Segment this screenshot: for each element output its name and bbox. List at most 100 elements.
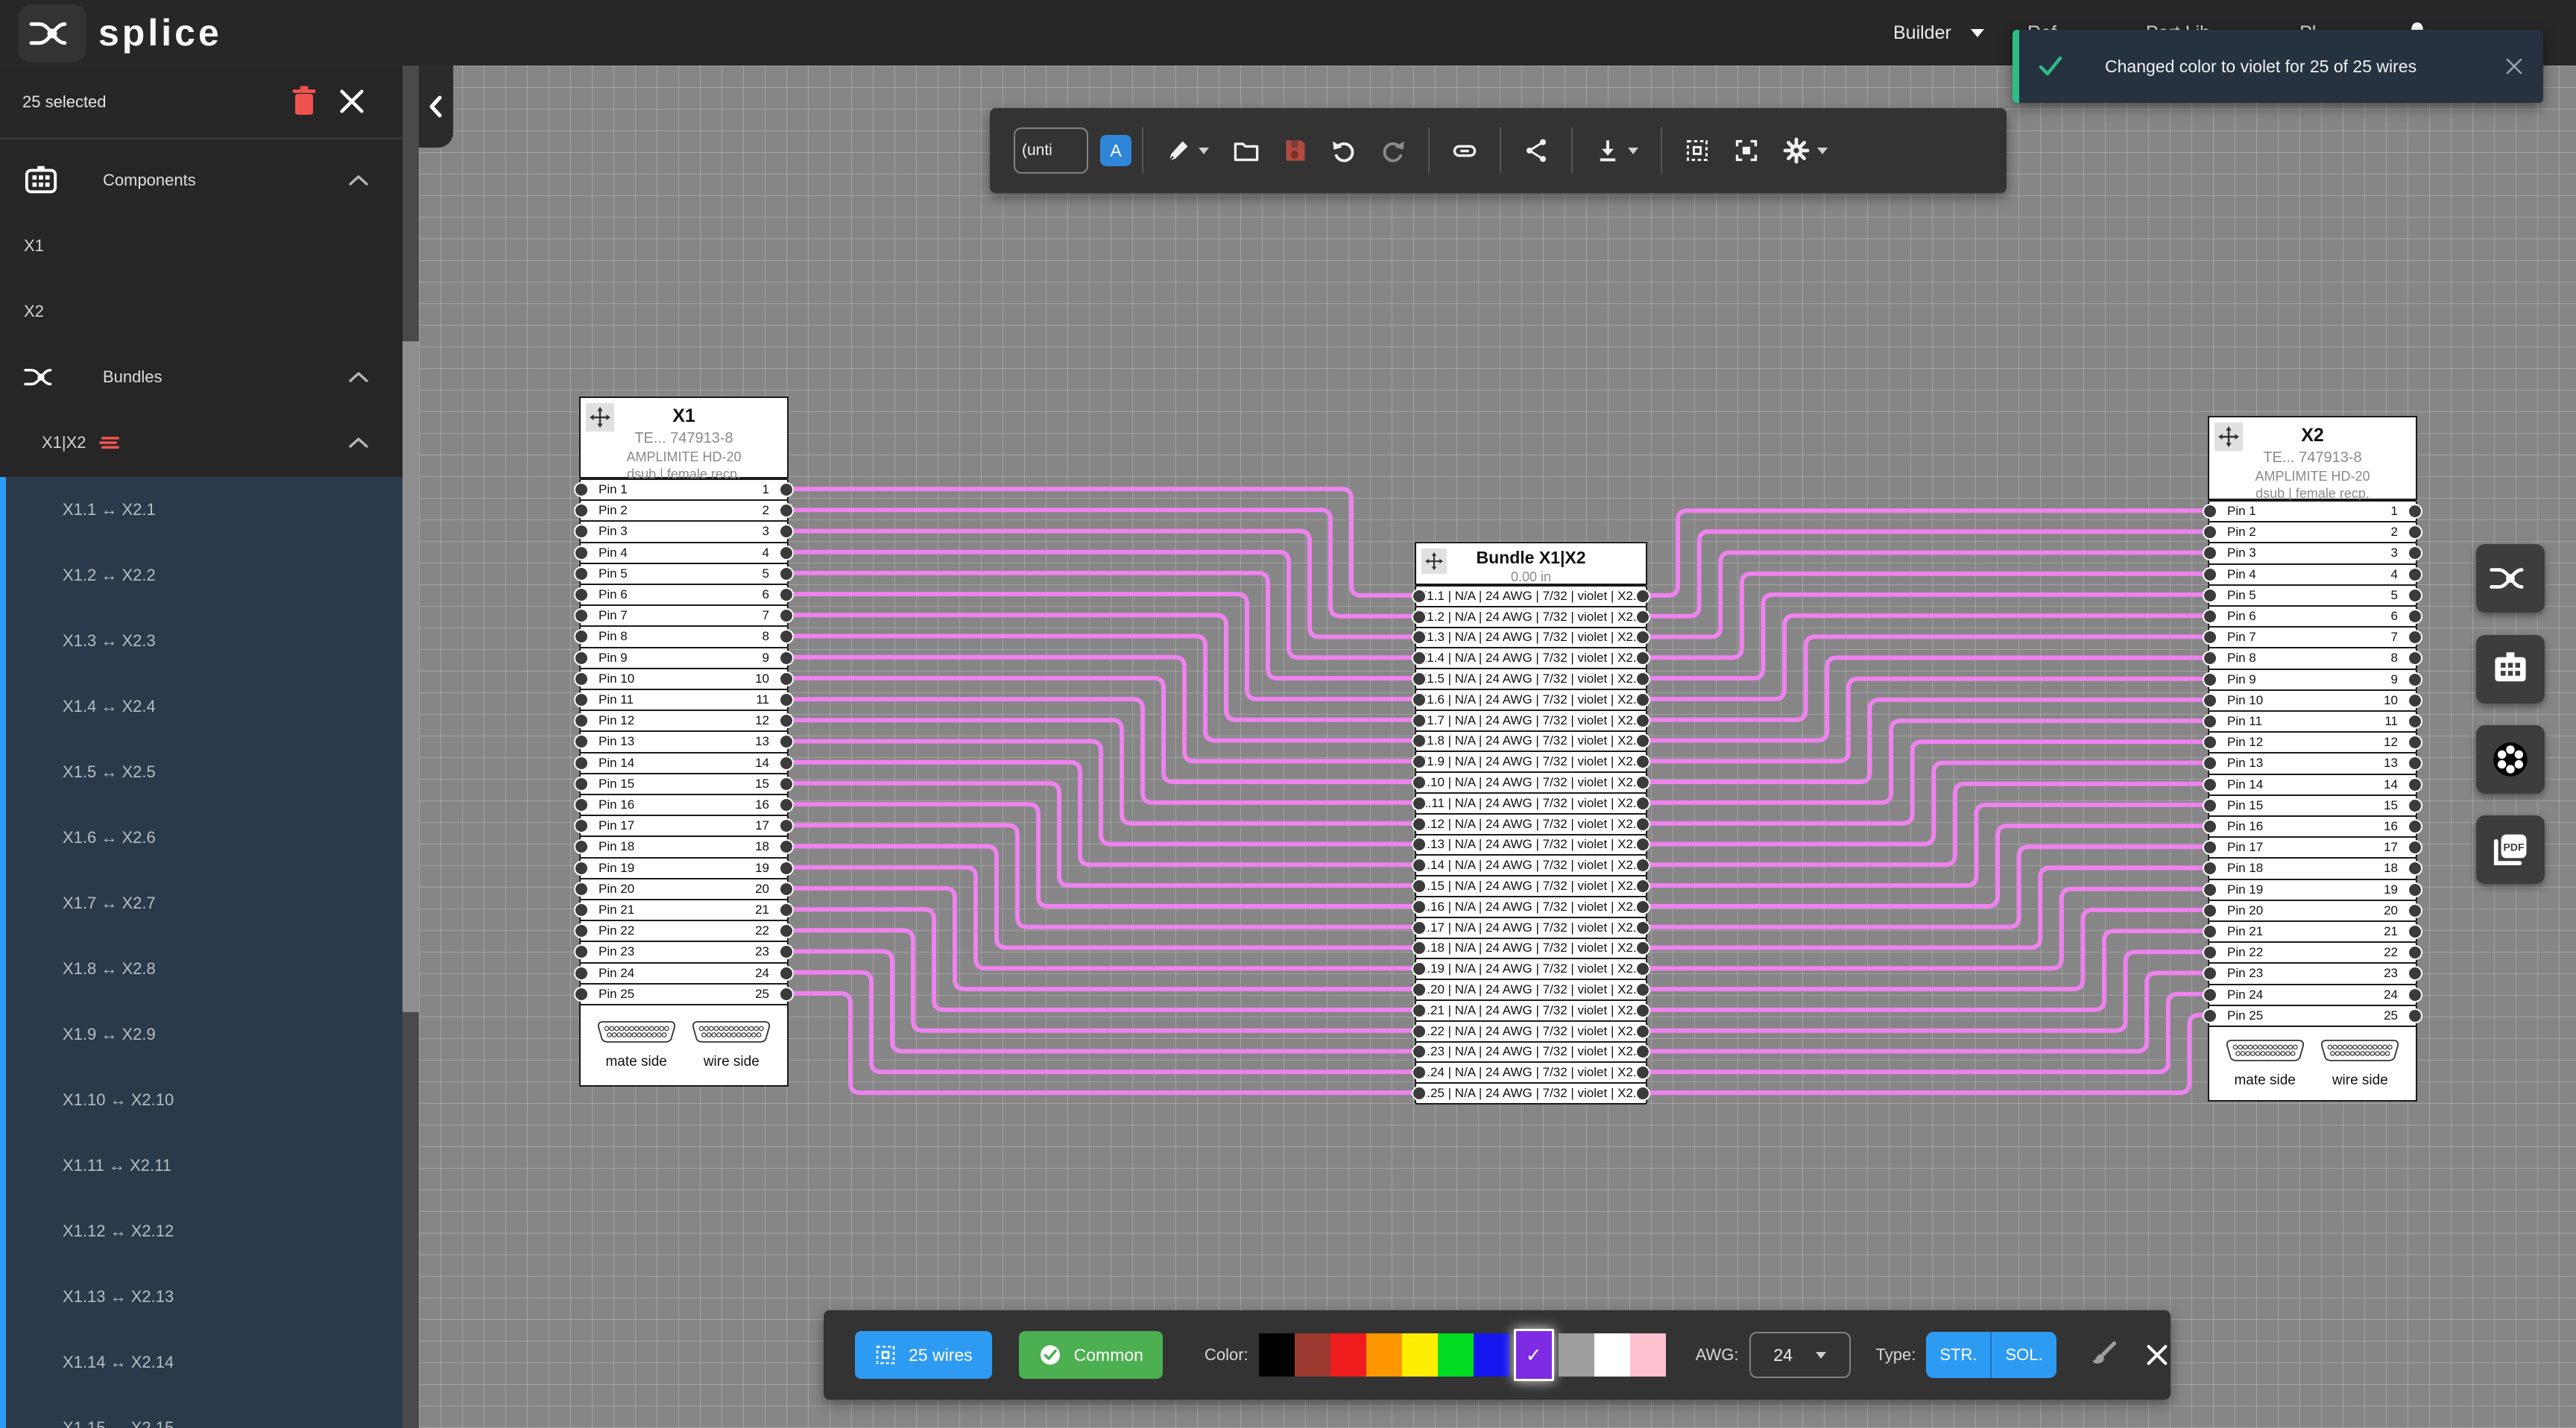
select-all-button[interactable] [1673,124,1722,177]
pin-row[interactable]: Pin 2222 [579,920,789,942]
bundle-wire-row[interactable]: X1.9 | N/A | 24 AWG | 7/32 | violet | X2… [1415,751,1647,773]
color-swatch-black[interactable] [1259,1333,1295,1377]
color-swatch-white[interactable] [1594,1333,1630,1377]
avatar[interactable]: A [1100,135,1131,166]
pin-row[interactable]: Pin 33 [579,520,789,543]
pin-row[interactable]: Pin 1818 [579,835,789,858]
color-swatch-gray[interactable] [1559,1333,1594,1377]
bundle-cross-section-button[interactable] [2476,725,2545,794]
delete-selection-icon[interactable] [289,85,319,118]
bundle-wire-row[interactable]: X1.14 | N/A | 24 AWG | 7/32 | violet | X… [1415,854,1647,876]
link-button[interactable] [1440,124,1489,177]
sidebar-scrollbar[interactable] [402,66,419,1428]
bundle-wire-row[interactable]: X1.21 | N/A | 24 AWG | 7/32 | violet | X… [1415,999,1647,1022]
pin-row[interactable]: Pin 1010 [579,668,789,690]
bundle-wire-row[interactable]: X1.3 | N/A | 24 AWG | 7/32 | violet | X2… [1415,627,1647,649]
pin-row[interactable]: Pin 1717 [2208,836,2417,859]
bundle-wire-row[interactable]: X1.19 | N/A | 24 AWG | 7/32 | violet | X… [1415,958,1647,980]
pin-row[interactable]: Pin 1414 [579,752,789,774]
document-title-input[interactable]: (unti [1014,127,1088,174]
pin-row[interactable]: Pin 2525 [2208,1005,2417,1027]
mode-dropdown[interactable]: Builder [1893,0,1984,66]
pin-row[interactable]: Pin 44 [2208,563,2417,586]
connector-header[interactable]: X2TE... 747913-8AMPLIMITE HD-20dsub | fe… [2208,416,2417,500]
wire-list-item[interactable]: X1.9 ↔ X2.9 [6,1002,402,1067]
wire-list-item[interactable]: X1.11 ↔ X2.11 [6,1133,402,1198]
clear-selection-icon[interactable] [337,85,367,118]
export-pdf-button[interactable]: PDF [2476,815,2545,884]
pin-row[interactable]: Pin 1313 [2208,752,2417,774]
bundle-wire-row[interactable]: X1.16 | N/A | 24 AWG | 7/32 | violet | X… [1415,896,1647,918]
add-connector-button[interactable] [2476,635,2545,704]
sidebar-item-x2[interactable]: X2 [0,279,402,344]
pin-row[interactable]: Pin 22 [2208,521,2417,543]
pin-row[interactable]: Pin 1717 [579,815,789,837]
bundle-wire-row[interactable]: X1.7 | N/A | 24 AWG | 7/32 | violet | X2… [1415,710,1647,732]
pin-row[interactable]: Pin 1010 [2208,689,2417,712]
pin-row[interactable]: Pin 11 [2208,500,2417,522]
bundle-wire-row[interactable]: X1.5 | N/A | 24 AWG | 7/32 | violet | X2… [1415,668,1647,690]
color-swatch-violet[interactable]: ✓ [1514,1329,1554,1381]
pin-row[interactable]: Pin 1818 [2208,857,2417,879]
type-option-solid[interactable]: SOL. [1992,1332,2056,1378]
pin-row[interactable]: Pin 2020 [579,878,789,900]
fit-view-button[interactable] [1722,124,1771,177]
color-swatch-blue[interactable] [1474,1333,1509,1377]
bundle-wire-row[interactable]: X1.25 | N/A | 24 AWG | 7/32 | violet | X… [1415,1082,1647,1105]
move-handle-icon[interactable] [586,403,614,432]
pin-row[interactable]: Pin 2424 [2208,984,2417,1006]
save-button[interactable] [1272,124,1319,177]
paintbrush-icon[interactable] [2089,1341,2118,1369]
wire-list-item[interactable]: X1.5 ↔ X2.5 [6,739,402,805]
pin-row[interactable]: Pin 2323 [579,941,789,963]
wire-list-item[interactable]: X1.1 ↔ X2.1 [6,477,402,543]
pin-row[interactable]: Pin 1111 [2208,710,2417,733]
settings-button[interactable] [1771,124,1840,177]
pin-row[interactable]: Pin 2121 [2208,920,2417,943]
pin-row[interactable]: Pin 1212 [2208,731,2417,754]
scrollbar-thumb[interactable] [402,341,419,1012]
bundle-wire-row[interactable]: X1.1 | N/A | 24 AWG | 7/32 | violet | X2… [1415,585,1647,607]
pin-row[interactable]: Pin 55 [579,563,789,585]
wire-list-item[interactable]: X1.6 ↔ X2.6 [6,805,402,871]
bundle-wire-row[interactable]: X1.4 | N/A | 24 AWG | 7/32 | violet | X2… [1415,647,1647,669]
pin-row[interactable]: Pin 1414 [2208,774,2417,796]
chevron-up-icon[interactable] [347,370,370,385]
awg-dropdown[interactable]: 24 [1749,1332,1851,1378]
pin-row[interactable]: Pin 2222 [2208,941,2417,964]
color-swatch-red[interactable] [1330,1333,1366,1377]
pin-row[interactable]: Pin 1616 [579,794,789,816]
pin-row[interactable]: Pin 1919 [579,857,789,879]
type-option-stranded[interactable]: STR. [1926,1332,1992,1378]
bundle-wire-row[interactable]: X1.22 | N/A | 24 AWG | 7/32 | violet | X… [1415,1020,1647,1043]
pin-row[interactable]: Pin 66 [579,584,789,606]
bundle-wire-row[interactable]: X1.11 | N/A | 24 AWG | 7/32 | violet | X… [1415,792,1647,815]
bundle-wire-row[interactable]: X1.15 | N/A | 24 AWG | 7/32 | violet | X… [1415,875,1647,897]
pin-row[interactable]: Pin 2323 [2208,962,2417,985]
pin-row[interactable]: Pin 1616 [2208,815,2417,838]
color-swatch-pink[interactable] [1630,1333,1666,1377]
chevron-up-icon[interactable] [347,173,370,188]
pin-row[interactable]: Pin 2525 [579,983,789,1005]
sidebar-section-bundles[interactable]: Bundles [0,344,402,410]
bundle-wire-row[interactable]: X1.23 | N/A | 24 AWG | 7/32 | violet | X… [1415,1041,1647,1064]
color-swatch-green[interactable] [1438,1333,1474,1377]
pin-row[interactable]: Pin 11 [579,478,789,501]
undo-button[interactable] [1319,124,1368,177]
bundle-wire-row[interactable]: X1.13 | N/A | 24 AWG | 7/32 | violet | X… [1415,834,1647,856]
pin-row[interactable]: Pin 2424 [579,962,789,985]
pin-row[interactable]: Pin 33 [2208,542,2417,564]
pin-row[interactable]: Pin 55 [2208,584,2417,607]
pin-row[interactable]: Pin 88 [2208,647,2417,669]
color-swatch-orange[interactable] [1366,1333,1402,1377]
pin-row[interactable]: Pin 44 [579,542,789,564]
bundle-wire-row[interactable]: X1.17 | N/A | 24 AWG | 7/32 | violet | X… [1415,917,1647,939]
bundle-wire-row[interactable]: X1.6 | N/A | 24 AWG | 7/32 | violet | X2… [1415,689,1647,711]
app-logo-icon[interactable] [18,4,86,63]
sidebar-section-components[interactable]: Components [0,148,402,213]
pin-row[interactable]: Pin 99 [579,647,789,669]
pin-row[interactable]: Pin 88 [579,625,789,648]
move-handle-icon[interactable] [1421,549,1447,574]
toast-close-icon[interactable] [2504,57,2524,76]
open-file-button[interactable] [1221,124,1272,177]
